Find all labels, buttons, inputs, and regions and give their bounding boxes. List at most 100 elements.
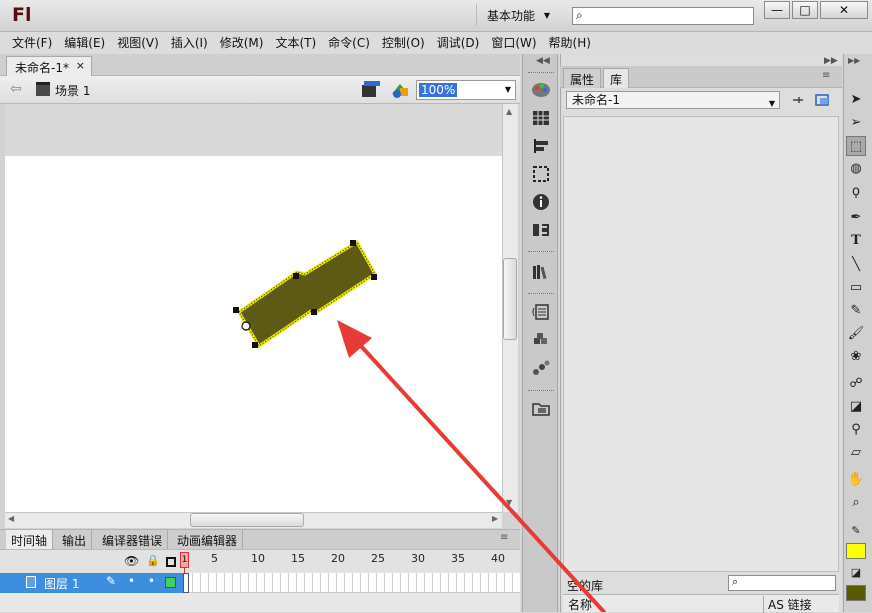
maximize-button[interactable]: □ xyxy=(792,1,818,19)
deco-tool-icon[interactable]: ❀ xyxy=(846,347,866,367)
layer-visibility-dot[interactable]: • xyxy=(128,574,135,588)
scene-clapper-icon xyxy=(36,82,50,96)
panel-menu-icon[interactable]: ≡ xyxy=(500,532,508,543)
playhead[interactable]: 1 xyxy=(180,552,189,568)
fill-color-swatch[interactable] xyxy=(846,585,866,601)
library-search-input[interactable]: ⌕ xyxy=(728,575,836,591)
collapse-arrows-icon[interactable]: ◀◀ xyxy=(536,56,550,66)
layer-row[interactable]: 图层 1 ✎ • • xyxy=(0,573,183,593)
keyframe[interactable] xyxy=(183,573,189,593)
panel-grip[interactable] xyxy=(528,390,554,392)
document-tab[interactable]: 未命名-1* × xyxy=(6,56,92,76)
collapse-arrows-icon[interactable]: ▶▶ xyxy=(848,56,860,65)
scene-label: 场景 1 xyxy=(55,84,91,98)
panel-grip[interactable] xyxy=(528,293,554,295)
info-icon[interactable] xyxy=(530,192,552,212)
tab-compiler-errors[interactable]: 编译器错误 xyxy=(97,530,169,549)
horizontal-scroll-thumb[interactable] xyxy=(190,513,304,527)
new-library-panel-icon[interactable] xyxy=(814,92,832,108)
lasso-tool-icon[interactable]: ϙ xyxy=(846,182,866,202)
outline-icon[interactable] xyxy=(166,557,176,567)
close-button[interactable]: ✕ xyxy=(820,1,868,19)
layer-frames[interactable] xyxy=(185,573,520,593)
menu-edit[interactable]: 编辑(E) xyxy=(58,33,111,53)
subselection-tool-icon[interactable]: ➢ xyxy=(846,113,866,133)
tab-timeline[interactable]: 时间轴 xyxy=(6,530,54,549)
menu-modify[interactable]: 修改(M) xyxy=(214,33,270,53)
scroll-right-icon[interactable]: ▶ xyxy=(492,514,498,523)
layer-name[interactable]: 图层 1 xyxy=(44,575,79,592)
actions-icon[interactable] xyxy=(530,302,552,322)
stroke-color-pencil-icon: ✎ xyxy=(851,524,861,537)
brush-tool-icon[interactable]: 🖌 xyxy=(846,324,866,344)
zoom-select[interactable]: 100% ▼ xyxy=(416,80,516,100)
menu-text[interactable]: 文本(T) xyxy=(269,33,322,53)
column-name[interactable]: 名称 xyxy=(568,596,592,613)
menu-file[interactable]: 文件(F) xyxy=(6,33,58,53)
close-icon[interactable]: × xyxy=(76,59,85,72)
tab-properties[interactable]: 属性 xyxy=(563,68,602,88)
paint-bucket-tool-icon[interactable]: ◪ xyxy=(846,397,866,417)
frame-number: 30 xyxy=(411,552,425,565)
history-icon[interactable] xyxy=(530,220,552,240)
menu-view[interactable]: 视图(V) xyxy=(111,33,165,53)
pen-tool-icon[interactable]: ✒ xyxy=(846,208,866,228)
menu-bar: 文件(F) 编辑(E) 视图(V) 插入(I) 修改(M) 文本(T) 命令(C… xyxy=(0,32,872,54)
vertical-scroll-thumb[interactable] xyxy=(503,258,517,340)
frame-number: 5 xyxy=(211,552,218,565)
lock-icon[interactable]: 🔒 xyxy=(146,554,160,567)
swatches-icon[interactable] xyxy=(530,108,552,128)
panel-menu-icon[interactable]: ≡ xyxy=(822,70,830,81)
project-icon[interactable] xyxy=(530,398,552,418)
scroll-down-icon[interactable]: ▼ xyxy=(506,498,512,507)
panel-grip[interactable] xyxy=(528,251,554,253)
layer-lock-dot[interactable]: • xyxy=(148,574,155,588)
components-icon[interactable] xyxy=(530,330,552,350)
color-palette-icon[interactable] xyxy=(530,80,552,100)
tab-motion-editor[interactable]: 动画编辑器 xyxy=(172,530,244,549)
line-tool-icon[interactable]: ╲ xyxy=(846,255,866,275)
zoom-tool-icon[interactable]: ⌕ xyxy=(846,493,866,513)
motion-presets-icon[interactable] xyxy=(530,358,552,378)
panel-grip[interactable] xyxy=(528,72,554,74)
stage-canvas[interactable] xyxy=(5,156,502,512)
menu-commands[interactable]: 命令(C) xyxy=(322,33,376,53)
tab-library[interactable]: 库 xyxy=(603,68,630,88)
scroll-left-icon[interactable]: ◀ xyxy=(8,514,14,523)
bone-tool-icon[interactable]: ☍ xyxy=(846,374,866,394)
rectangle-tool-icon[interactable]: ▭ xyxy=(846,278,866,298)
workspace-switcher[interactable]: 基本功能 ▼ xyxy=(476,4,560,26)
frame-number: 10 xyxy=(251,552,265,565)
menu-window[interactable]: 窗口(W) xyxy=(485,33,542,53)
text-tool-icon[interactable]: T xyxy=(846,231,866,251)
eye-icon[interactable]: 👁 xyxy=(124,554,139,568)
tab-output[interactable]: 输出 xyxy=(57,530,93,549)
3d-rotation-tool-icon[interactable]: ◍ xyxy=(846,159,866,179)
menu-insert[interactable]: 插入(I) xyxy=(165,33,214,53)
library-icon[interactable] xyxy=(530,262,552,282)
back-arrow-icon[interactable]: ⇦ xyxy=(10,81,22,97)
hand-tool-icon[interactable]: ✋ xyxy=(846,470,866,490)
column-as-linkage[interactable]: AS 链接 xyxy=(763,596,812,613)
menu-control[interactable]: 控制(O) xyxy=(376,33,431,53)
expand-arrows-icon[interactable]: ▶▶ xyxy=(824,56,838,66)
stroke-color-swatch[interactable] xyxy=(846,543,866,559)
free-transform-tool-icon[interactable]: ⬚ xyxy=(846,136,866,156)
eyedropper-tool-icon[interactable]: ⚲ xyxy=(846,420,866,440)
pin-library-icon[interactable] xyxy=(790,92,806,108)
edit-scene-icon[interactable] xyxy=(362,81,384,99)
scroll-up-icon[interactable]: ▲ xyxy=(506,107,512,116)
eraser-tool-icon[interactable]: ▱ xyxy=(846,443,866,463)
layer-outline-color[interactable] xyxy=(165,577,176,588)
pencil-tool-icon[interactable]: ✎ xyxy=(846,301,866,321)
menu-debug[interactable]: 调试(D) xyxy=(431,33,486,53)
frame-number: 35 xyxy=(451,552,465,565)
library-document-select[interactable]: 未命名-1 ▼ xyxy=(566,91,780,109)
help-search-input[interactable]: ⌕ xyxy=(572,7,754,25)
selection-tool-icon[interactable]: ➤ xyxy=(846,90,866,110)
minimize-button[interactable]: — xyxy=(764,1,790,19)
edit-symbols-icon[interactable] xyxy=(390,80,412,100)
align-icon[interactable] xyxy=(530,136,552,156)
menu-help[interactable]: 帮助(H) xyxy=(543,33,597,53)
transform-icon[interactable] xyxy=(530,164,552,184)
